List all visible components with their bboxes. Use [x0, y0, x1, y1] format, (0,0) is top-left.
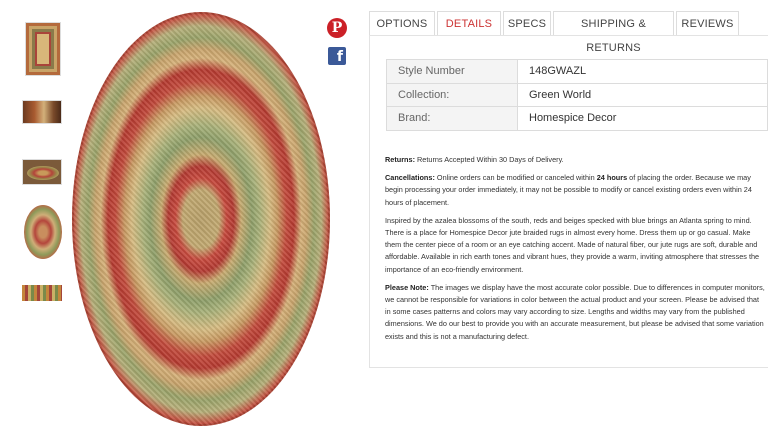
returns-paragraph: Returns: Returns Accepted Within 30 Days…	[385, 154, 765, 166]
thumbnail-rug-closeup[interactable]	[22, 100, 62, 124]
table-row: Collection: Green World	[386, 82, 768, 107]
style-number-value: 148GWAZL	[517, 59, 768, 84]
main-product-image[interactable]	[72, 12, 330, 426]
details-table: Style Number 148GWAZL Collection: Green …	[386, 59, 768, 131]
product-tabs: OPTIONS DETAILS SPECS SHIPPING & RETURNS…	[369, 11, 741, 54]
pinterest-icon[interactable]: P	[327, 18, 347, 38]
thumbnail-oval-rug[interactable]	[24, 205, 62, 259]
brand-value: Homespice Decor	[517, 106, 768, 131]
tab-details[interactable]: DETAILS	[437, 11, 501, 36]
tab-options[interactable]: OPTIONS	[369, 11, 435, 36]
thumbnail-rug-room[interactable]	[22, 159, 62, 185]
product-description: Inspired by the azalea blossoms of the s…	[385, 215, 760, 274]
collection-label: Collection:	[386, 82, 518, 107]
note-text: The images we display have the most accu…	[385, 282, 765, 341]
facebook-icon[interactable]: f	[328, 47, 346, 65]
style-number-label: Style Number	[386, 59, 518, 84]
table-row: Style Number 148GWAZL	[386, 59, 768, 84]
note-label: Please Note:	[385, 282, 429, 292]
tab-specs[interactable]: SPECS	[503, 11, 551, 36]
tab-reviews[interactable]: REVIEWS	[676, 11, 739, 36]
details-panel: Style Number 148GWAZL Collection: Green …	[369, 35, 768, 368]
rug-border-inner	[35, 32, 51, 66]
rug-oval-thumb	[24, 205, 62, 259]
cancellations-text-before: Online orders can be modified or cancele…	[434, 173, 597, 183]
note-paragraph: Please Note: The images we display have …	[385, 282, 765, 343]
tab-shipping-returns[interactable]: SHIPPING & RETURNS	[553, 11, 674, 54]
cancellations-label: Cancellations:	[385, 173, 435, 183]
cancellations-paragraph: Cancellations: Online orders can be modi…	[385, 172, 765, 209]
brand-label: Brand:	[386, 106, 518, 131]
cancellations-bold: 24 hours	[596, 173, 628, 183]
details-description: Returns: Returns Accepted Within 30 Days…	[385, 154, 765, 349]
rug-weave-texture	[72, 12, 330, 426]
collection-value: Green World	[517, 82, 768, 107]
thumbnail-rectangle-rug[interactable]	[25, 22, 61, 76]
returns-text: Returns Accepted Within 30 Days of Deliv…	[415, 155, 564, 164]
returns-label: Returns:	[385, 155, 415, 164]
thumbnail-runner-rug[interactable]	[22, 285, 62, 301]
table-row: Brand: Homespice Decor	[386, 106, 768, 131]
rug-oval-small	[27, 166, 59, 180]
